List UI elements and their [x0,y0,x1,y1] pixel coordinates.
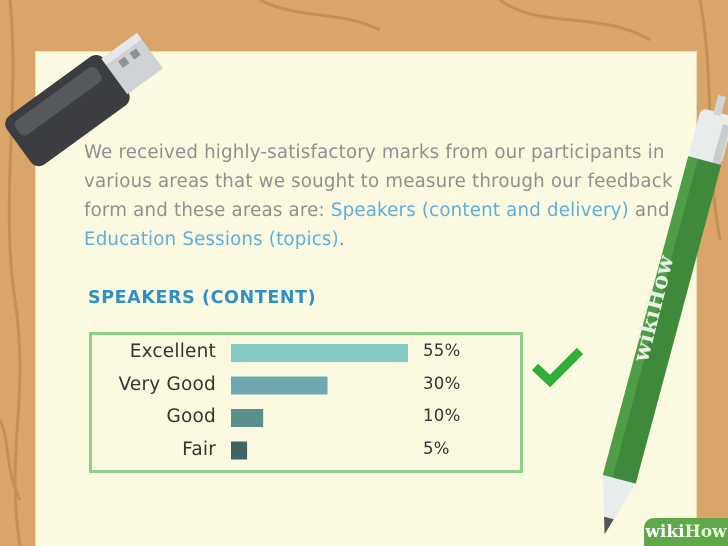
bar-good [231,409,264,427]
value-label-excellent: 55% [423,341,461,360]
watermark-wiki: wiki [645,522,685,542]
checkmark-icon [531,347,584,388]
bar-chart [231,344,408,460]
value-label-very-good: 30% [423,373,461,393]
watermark-how: How [684,522,727,542]
bar-excellent [231,344,408,362]
wikihow-watermark: wikiHow [644,518,728,546]
value-label-good: 10% [423,406,461,425]
category-label-excellent: Excellent [129,341,216,362]
category-label-good: Good [166,406,216,427]
bar-fair [231,441,248,460]
category-label-very-good: Very Good [118,373,216,395]
bar-very-good [231,376,328,395]
category-label-fair: Fair [182,438,216,460]
value-label-fair: 5% [423,438,450,458]
